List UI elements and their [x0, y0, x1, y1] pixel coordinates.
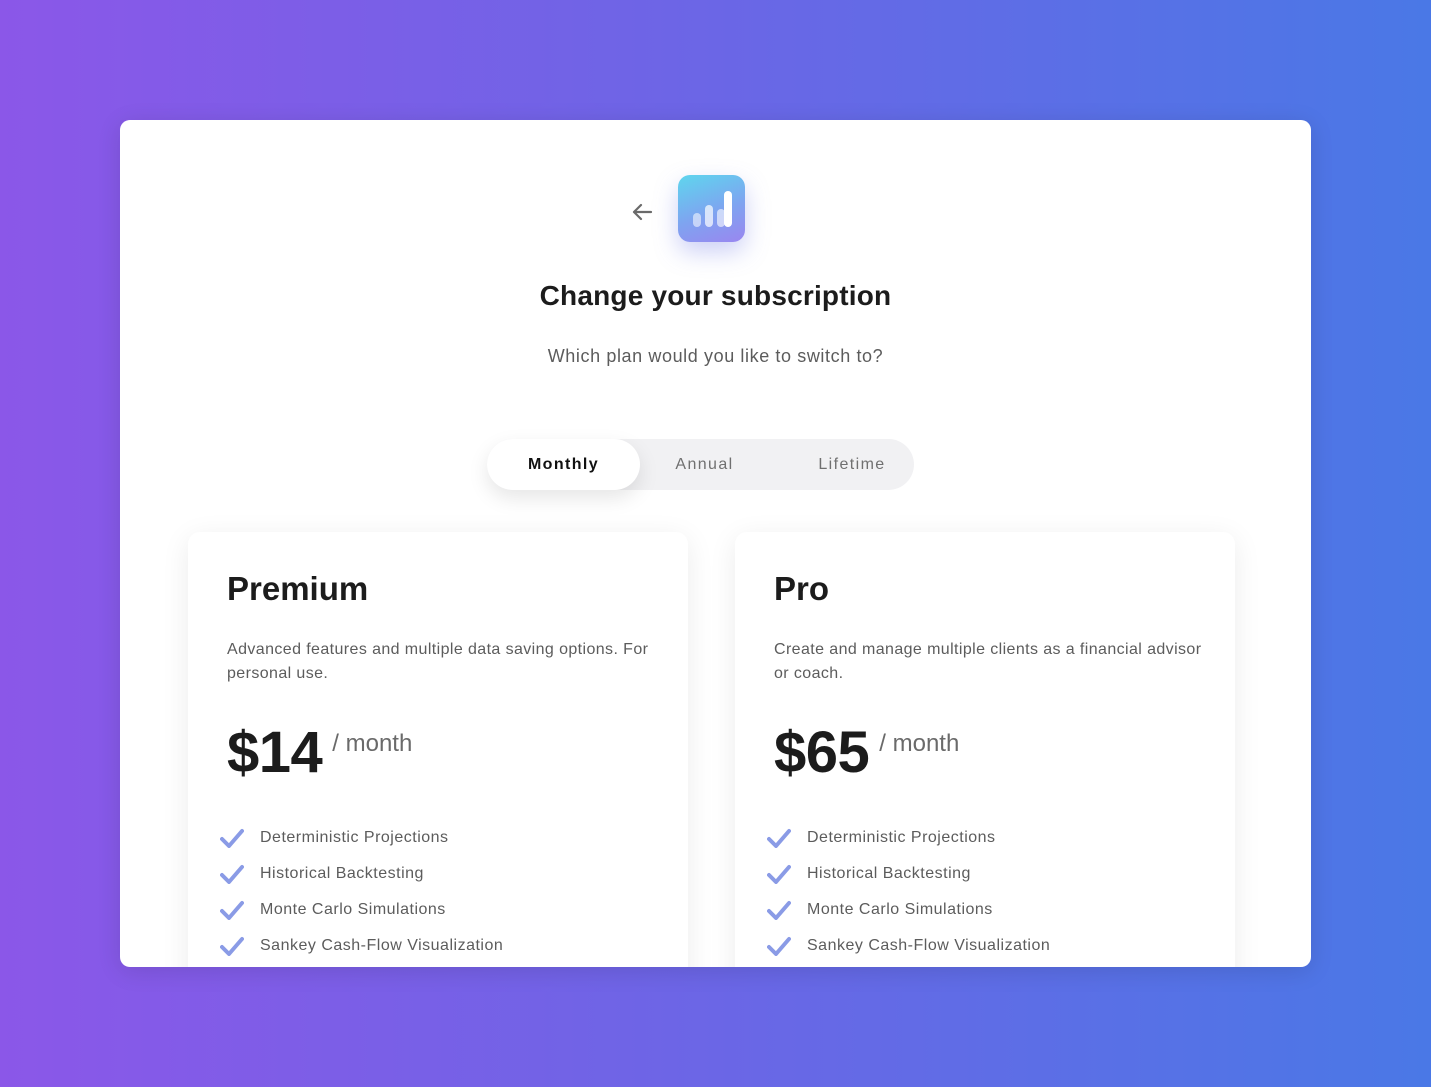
feature-item: Deterministic Projections [220, 820, 503, 856]
feature-list: Deterministic Projections Historical Bac… [767, 820, 1050, 964]
feature-item: Monte Carlo Simulations [767, 892, 1050, 928]
feature-label: Historical Backtesting [807, 865, 971, 882]
toggle-option-annual[interactable]: Annual [627, 439, 782, 490]
feature-label: Monte Carlo Simulations [260, 901, 446, 918]
feature-label: Historical Backtesting [260, 865, 424, 882]
feature-item: Monte Carlo Simulations [220, 892, 503, 928]
price-amount: $65 [774, 720, 870, 785]
price-row: $14 / month [227, 720, 412, 786]
bar-chart-logo-icon [692, 190, 732, 227]
feature-label: Sankey Cash-Flow Visualization [260, 937, 504, 954]
feature-item: Sankey Cash-Flow Visualization [767, 928, 1050, 964]
price-amount: $14 [227, 720, 323, 785]
toggle-option-monthly[interactable]: Monthly [487, 439, 640, 490]
feature-item: Historical Backtesting [767, 856, 1050, 892]
check-icon [767, 863, 793, 885]
feature-list: Deterministic Projections Historical Bac… [220, 820, 503, 964]
billing-period-toggle: Monthly Annual Lifetime [487, 439, 914, 490]
plan-name: Pro [774, 570, 830, 607]
price-period: / month [879, 730, 960, 757]
page-title: Change your subscription [539, 280, 892, 311]
plan-description: Create and manage multiple clients as a … [774, 641, 1202, 682]
check-icon [220, 935, 246, 957]
price-row: $65 / month [774, 720, 959, 786]
check-icon [767, 935, 793, 957]
toggle-option-lifetime[interactable]: Lifetime [772, 439, 932, 490]
check-icon [220, 827, 246, 849]
page-subtitle: Which plan would you like to switch to? [547, 346, 884, 366]
feature-label: Deterministic Projections [807, 829, 996, 846]
check-icon [220, 863, 246, 885]
plan-description: Advanced features and multiple data savi… [227, 641, 649, 682]
feature-label: Monte Carlo Simulations [807, 901, 993, 918]
feature-item: Deterministic Projections [767, 820, 1050, 856]
check-icon [220, 899, 246, 921]
feature-item: Historical Backtesting [220, 856, 503, 892]
feature-label: Deterministic Projections [260, 829, 449, 846]
feature-item: Sankey Cash-Flow Visualization [220, 928, 503, 964]
subscription-dialog: Change your subscription Which plan woul… [120, 120, 1311, 967]
app-logo [678, 175, 745, 242]
plan-card-premium[interactable]: Premium Advanced features and multiple d… [188, 532, 688, 967]
feature-label: Sankey Cash-Flow Visualization [807, 937, 1051, 954]
back-button[interactable] [628, 198, 656, 226]
plan-card-pro[interactable]: Pro Create and manage multiple clients a… [735, 532, 1235, 967]
check-icon [767, 899, 793, 921]
check-icon [767, 827, 793, 849]
arrow-left-icon [632, 203, 653, 221]
plan-name: Premium [227, 570, 369, 607]
price-period: / month [332, 730, 413, 757]
